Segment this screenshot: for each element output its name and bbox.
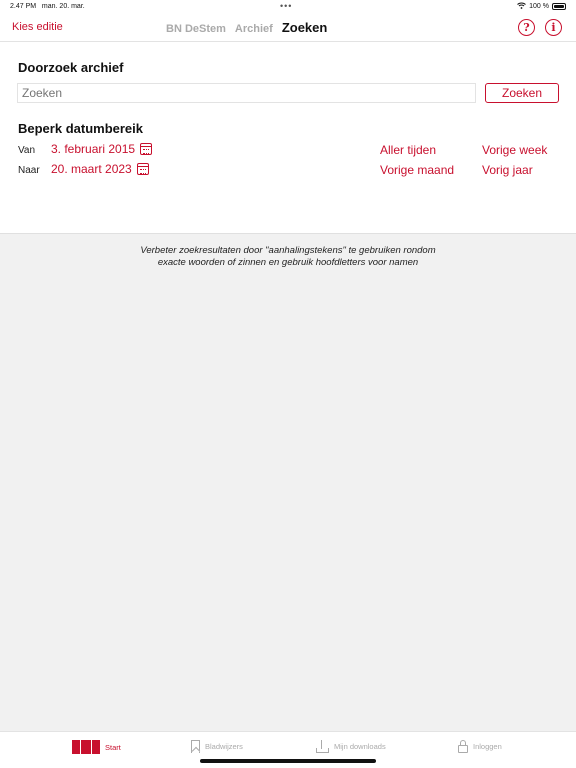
multitask-dots-icon[interactable]: ••• — [280, 1, 292, 11]
to-date-value: 20. maart 2023 — [51, 162, 132, 176]
to-date-picker[interactable]: 20. maart 2023 — [51, 162, 149, 176]
lock-icon — [458, 740, 468, 753]
help-icon[interactable]: ? — [518, 19, 535, 36]
tabbar-start[interactable]: Start — [72, 740, 121, 754]
tabbar-downloads-label: Mijn downloads — [334, 742, 386, 751]
last-year-button[interactable]: Vorig jaar — [482, 163, 533, 177]
tabbar-start-label: Start — [105, 742, 121, 752]
to-label: Naar — [18, 165, 40, 176]
status-time-date: 2.47 PM man. 20. mar. — [10, 3, 85, 10]
nav-icons: ? i — [518, 19, 562, 36]
tabbar-login[interactable]: Inloggen — [458, 740, 502, 753]
calendar-icon[interactable] — [136, 163, 149, 175]
from-label: Van — [18, 145, 36, 156]
from-date-value: 3. februari 2015 — [51, 142, 136, 156]
choose-edition-button[interactable]: Kies editie — [12, 21, 63, 33]
last-month-button[interactable]: Vorige maand — [380, 163, 454, 177]
results-area: Verbeter zoekresultaten door "aanhalings… — [0, 233, 576, 731]
home-indicator — [200, 759, 376, 763]
tab-search[interactable]: Zoeken — [282, 20, 328, 35]
last-week-button[interactable]: Vorige week — [482, 143, 547, 157]
download-icon — [316, 740, 329, 753]
search-hint: Verbeter zoekresultaten door "aanhalings… — [140, 245, 436, 268]
calendar-icon[interactable] — [140, 143, 153, 155]
tabbar-bookmarks-label: Bladwijzers — [205, 742, 243, 751]
status-right: 100 % — [517, 2, 566, 11]
nav-tabs: BN DeStem Archief Zoeken — [166, 20, 327, 35]
all-time-button[interactable]: Aller tijden — [380, 143, 436, 157]
search-input[interactable] — [17, 83, 476, 103]
tab-edition[interactable]: BN DeStem — [166, 23, 226, 35]
battery-percent: 100 % — [529, 3, 549, 10]
date-range-title: Beperk datumbereik — [18, 121, 143, 136]
search-button[interactable]: Zoeken — [485, 83, 559, 103]
tab-archive[interactable]: Archief — [235, 23, 273, 35]
status-bar: 2.47 PM man. 20. mar. ••• 100 % — [0, 0, 576, 14]
wifi-icon — [517, 2, 526, 11]
battery-icon — [552, 3, 566, 10]
search-archive-title: Doorzoek archief — [18, 60, 124, 75]
tabbar-login-label: Inloggen — [473, 742, 502, 751]
newspaper-icon — [72, 740, 100, 754]
tabbar-bookmarks[interactable]: Bladwijzers — [191, 740, 243, 753]
from-date-picker[interactable]: 3. februari 2015 — [51, 142, 153, 156]
tabbar-downloads[interactable]: Mijn downloads — [316, 740, 386, 753]
nav-bar: Kies editie BN DeStem Archief Zoeken ? i — [0, 14, 576, 42]
bookmark-icon — [191, 740, 200, 753]
info-icon[interactable]: i — [545, 19, 562, 36]
